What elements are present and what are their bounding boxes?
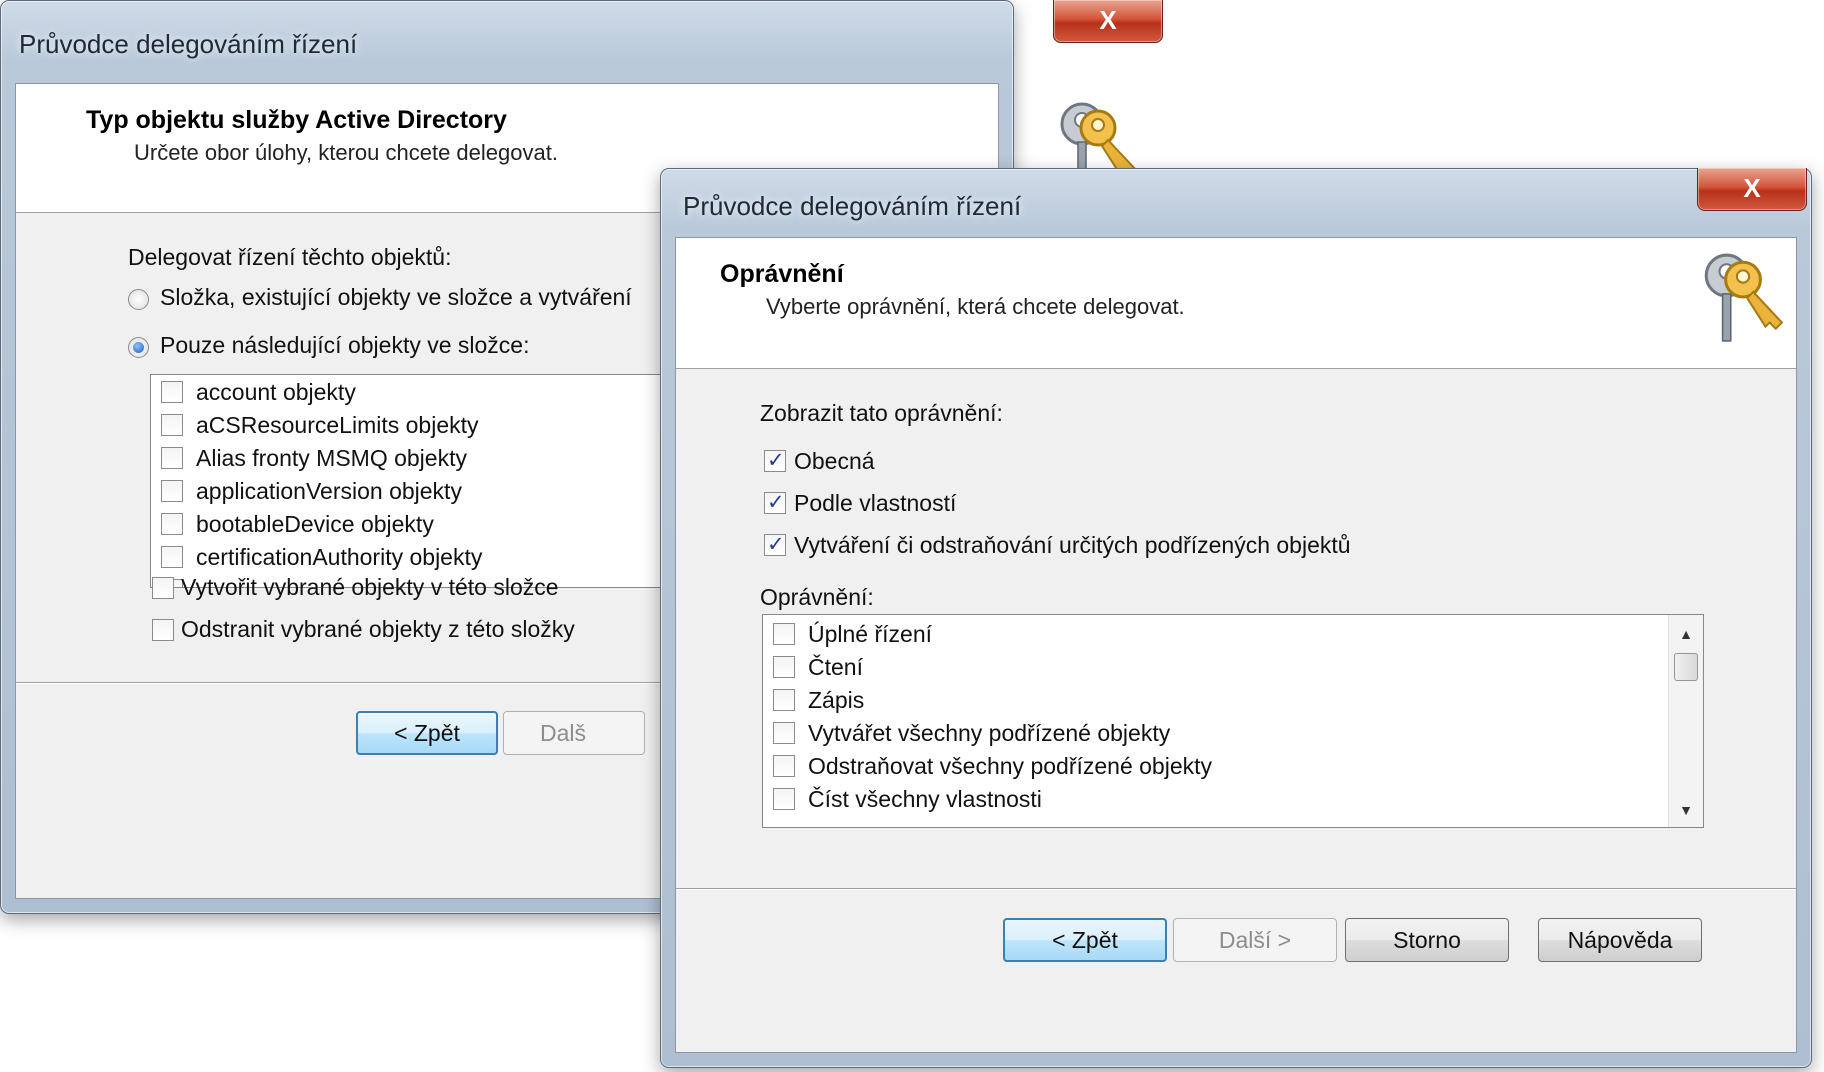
front-header-subtitle: Vyberte oprávnění, která chcete delegova… [766, 294, 1185, 319]
keys-icon [1704, 253, 1784, 342]
object-checkbox[interactable] [161, 480, 183, 502]
radio-only-following[interactable] [128, 337, 149, 358]
radio-folder-label[interactable]: Složka, existující objekty ve složce a v… [160, 284, 632, 311]
front-back-button[interactable]: < Zpět [1003, 918, 1167, 962]
child-objects-checkbox[interactable] [764, 532, 786, 557]
create-objects-label[interactable]: Vytvořit vybrané objekty v této složce [181, 574, 559, 601]
permissions-list[interactable]: Úplné řízení Čtení Zápis Vytvářet všechn… [762, 614, 1704, 828]
permissions-scrollbar[interactable]: ▲ ▼ [1668, 615, 1703, 827]
object-checkbox[interactable] [161, 513, 183, 535]
permission-checkbox[interactable] [773, 722, 795, 744]
front-dialog-window: Průvodce delegováním řízení X Oprávnění … [660, 168, 1812, 1068]
permission-checkbox[interactable] [773, 623, 795, 645]
permission-checkbox[interactable] [773, 788, 795, 810]
permission-checkbox[interactable] [773, 689, 795, 711]
front-dialog-client: Oprávnění Vyberte oprávnění, která chcet… [675, 237, 1797, 1053]
scroll-up-icon[interactable]: ▲ [1669, 619, 1703, 649]
permission-checkbox[interactable] [773, 656, 795, 678]
general-label[interactable]: Obecná [794, 448, 875, 475]
permission-checkbox[interactable] [773, 755, 795, 777]
scrollbar-thumb[interactable] [1674, 653, 1698, 681]
back-dialog-next-button[interactable]: Dalš [503, 711, 645, 755]
scroll-down-icon[interactable]: ▼ [1669, 795, 1703, 825]
object-checkbox[interactable] [161, 447, 183, 469]
close-icon[interactable]: X [1053, 0, 1163, 43]
object-checkbox[interactable] [161, 546, 183, 568]
radio-folder[interactable] [128, 289, 149, 310]
object-checkbox[interactable] [161, 381, 183, 403]
front-dialog-header: Oprávnění Vyberte oprávnění, která chcet… [676, 238, 1796, 369]
front-next-button[interactable]: Další > [1173, 918, 1337, 962]
front-dialog-title: Průvodce delegováním řízení [683, 191, 1022, 221]
create-objects-checkbox[interactable] [152, 577, 174, 599]
footer-separator [676, 888, 1796, 889]
child-objects-label[interactable]: Vytváření či odstraňování určitých podří… [794, 532, 1351, 559]
back-dialog-back-button[interactable]: < Zpět [356, 711, 498, 755]
back-dialog-title: Průvodce delegováním řízení [19, 29, 358, 59]
radio-only-following-label[interactable]: Pouze následující objekty ve složce: [160, 332, 529, 359]
cancel-button[interactable]: Storno [1345, 918, 1509, 962]
by-property-checkbox[interactable] [764, 490, 786, 515]
back-header-title: Typ objektu služby Active Directory [86, 106, 507, 134]
general-checkbox[interactable] [764, 448, 786, 473]
permissions-label: Oprávnění: [760, 584, 874, 610]
help-button[interactable]: Nápověda [1538, 918, 1702, 962]
close-icon[interactable]: X [1697, 168, 1807, 211]
show-permissions-label: Zobrazit tato oprávnění: [760, 400, 1003, 426]
front-header-title: Oprávnění [720, 260, 844, 288]
object-checkbox[interactable] [161, 414, 183, 436]
back-header-subtitle: Určete obor úlohy, kterou chcete delegov… [134, 140, 558, 165]
delegate-label: Delegovat řízení těchto objektů: [128, 244, 452, 270]
delete-objects-checkbox[interactable] [152, 619, 174, 641]
delete-objects-label[interactable]: Odstranit vybrané objekty z této složky [181, 616, 575, 643]
by-property-label[interactable]: Podle vlastností [794, 490, 956, 517]
